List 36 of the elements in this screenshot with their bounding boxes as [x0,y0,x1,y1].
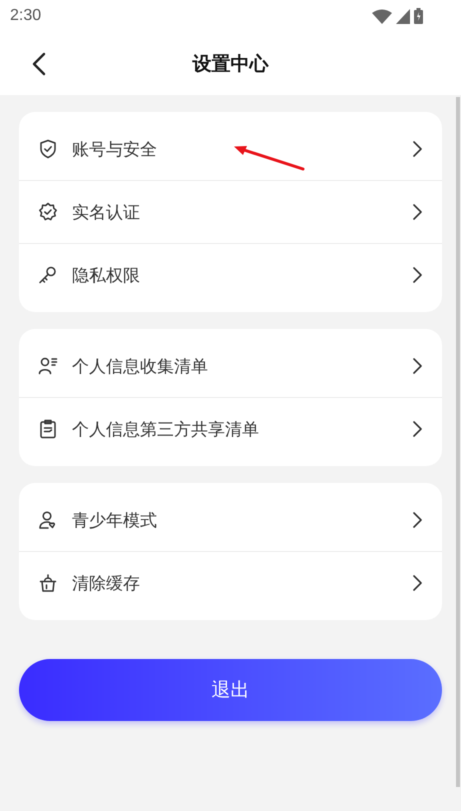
status-time: 2:30 [10,7,42,25]
chevron-right-icon [413,575,422,591]
back-icon[interactable] [32,52,46,76]
badge-check-icon [38,202,58,222]
settings-item[interactable]: 个人信息第三方共享清单 [19,397,442,460]
settings-item[interactable]: 个人信息收集清单 [19,335,442,397]
user-heart-icon [38,510,58,530]
annotation-arrow [233,145,305,171]
settings-item[interactable]: 清除缓存 [19,551,442,614]
item-label: 隐私权限 [72,264,140,286]
item-label: 青少年模式 [72,510,157,532]
chevron-right-icon [413,267,422,283]
battery-icon [414,8,423,24]
item-label: 个人信息收集清单 [72,356,208,378]
chevron-right-icon [413,141,422,157]
item-label: 个人信息第三方共享清单 [72,418,259,440]
item-label: 清除缓存 [72,572,140,594]
wifi-icon [372,8,392,24]
page-title: 设置中心 [192,52,268,76]
user-list-icon [38,356,58,376]
settings-item[interactable]: 账号与安全 [19,118,442,180]
trash-bin-icon [38,573,58,593]
key-icon [38,265,58,285]
item-label: 实名认证 [72,202,140,224]
signal-icon [396,8,410,24]
logout-button[interactable]: 退出 [19,659,442,721]
chevron-right-icon [413,421,422,437]
settings-item[interactable]: 实名认证 [19,180,442,243]
item-label: 账号与安全 [72,138,157,160]
settings-item[interactable]: 青少年模式 [19,489,442,551]
chevron-right-icon [413,512,422,528]
settings-item[interactable]: 隐私权限 [19,243,442,306]
chevron-right-icon [413,358,422,374]
chevron-right-icon [413,204,422,220]
shield-check-icon [38,139,58,159]
clipboard-icon [38,419,58,439]
